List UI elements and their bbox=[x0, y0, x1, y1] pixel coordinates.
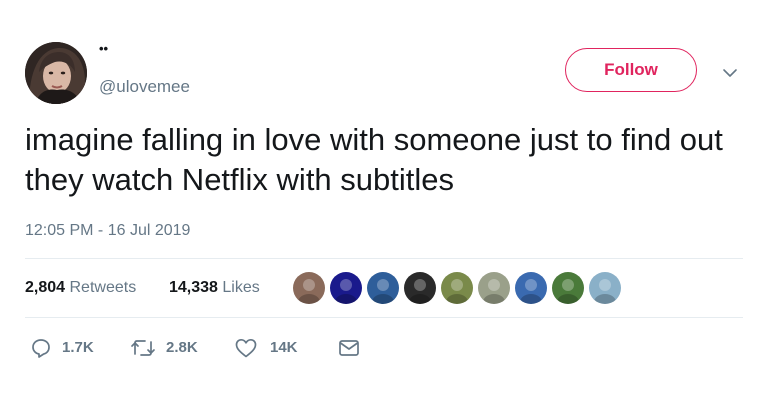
reply-icon bbox=[32, 339, 50, 358]
retweets-label: Retweets bbox=[69, 279, 137, 296]
tweet-text: imagine falling in love with someone jus… bbox=[25, 122, 723, 197]
likes-label: Likes bbox=[222, 279, 260, 296]
reply-count: 1.7K bbox=[62, 339, 94, 356]
retweets-count: 2,804 bbox=[25, 279, 66, 296]
liker-avatar-5[interactable] bbox=[441, 272, 473, 304]
liker-avatar-2[interactable] bbox=[330, 272, 362, 304]
tweet-timestamp[interactable]: 12:05 PM - 16 Jul 2019 bbox=[25, 221, 190, 241]
likes-count: 14,338 bbox=[169, 279, 218, 296]
author-avatar-image bbox=[25, 42, 87, 104]
likes-stat[interactable]: 14,338 Likes bbox=[169, 278, 260, 298]
user-handle[interactable]: @ulovemee bbox=[99, 77, 190, 97]
liker-avatar-7[interactable] bbox=[515, 272, 547, 304]
follow-button[interactable]: Follow bbox=[565, 48, 697, 92]
retweet-button[interactable]: 2.8K bbox=[130, 337, 210, 359]
reply-button[interactable]: 1.7K bbox=[30, 337, 100, 359]
chevron-down-icon[interactable] bbox=[722, 66, 738, 78]
author-avatar[interactable] bbox=[25, 42, 87, 104]
like-button[interactable]: 14K bbox=[234, 337, 304, 359]
liker-avatar-1[interactable] bbox=[293, 272, 325, 304]
liker-avatar-9[interactable] bbox=[589, 272, 621, 304]
liker-avatar-8[interactable] bbox=[552, 272, 584, 304]
divider bbox=[25, 317, 743, 318]
retweet-icon bbox=[131, 340, 155, 356]
envelope-icon bbox=[339, 340, 359, 356]
retweets-stat[interactable]: 2,804 Retweets bbox=[25, 278, 136, 298]
divider bbox=[25, 258, 743, 259]
liker-avatar-4[interactable] bbox=[404, 272, 436, 304]
retweet-count: 2.8K bbox=[166, 339, 198, 356]
direct-message-button[interactable] bbox=[337, 337, 361, 359]
liker-avatar-6[interactable] bbox=[478, 272, 510, 304]
liker-avatar-3[interactable] bbox=[367, 272, 399, 304]
like-count: 14K bbox=[270, 339, 298, 356]
display-name[interactable]: •• bbox=[99, 41, 108, 57]
heart-icon bbox=[235, 338, 257, 358]
